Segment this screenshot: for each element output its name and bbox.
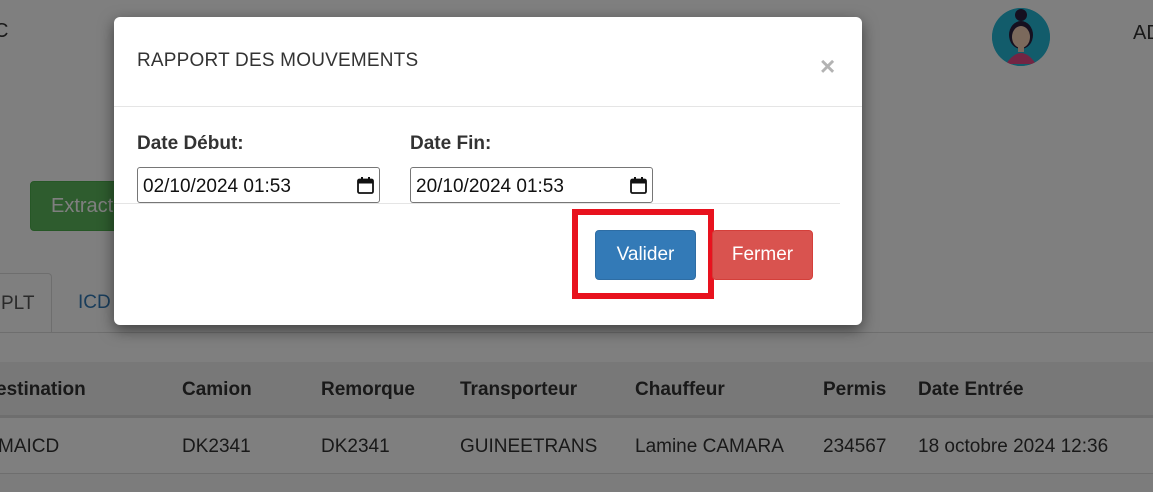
validate-button[interactable]: Valider — [595, 230, 696, 280]
end-date-input[interactable]: 20/10/2024 01:53 — [410, 167, 653, 203]
close-button[interactable]: Fermer — [712, 230, 813, 280]
start-date-label: Date Début: — [137, 133, 244, 154]
start-date-value: 02/10/2024 01:53 — [143, 176, 291, 197]
end-date-value: 20/10/2024 01:53 — [416, 176, 564, 197]
close-icon[interactable]: × — [820, 53, 835, 79]
report-modal: RAPPORT DES MOUVEMENTS × Date Début: 02/… — [114, 17, 862, 325]
start-date-input[interactable]: 02/10/2024 01:53 — [137, 167, 380, 203]
calendar-icon[interactable] — [357, 177, 374, 194]
modal-title: RAPPORT DES MOUVEMENTS — [137, 50, 419, 71]
modal-divider — [114, 203, 840, 204]
end-date-label: Date Fin: — [410, 133, 492, 154]
modal-header: RAPPORT DES MOUVEMENTS × — [114, 17, 862, 107]
calendar-icon[interactable] — [630, 177, 647, 194]
